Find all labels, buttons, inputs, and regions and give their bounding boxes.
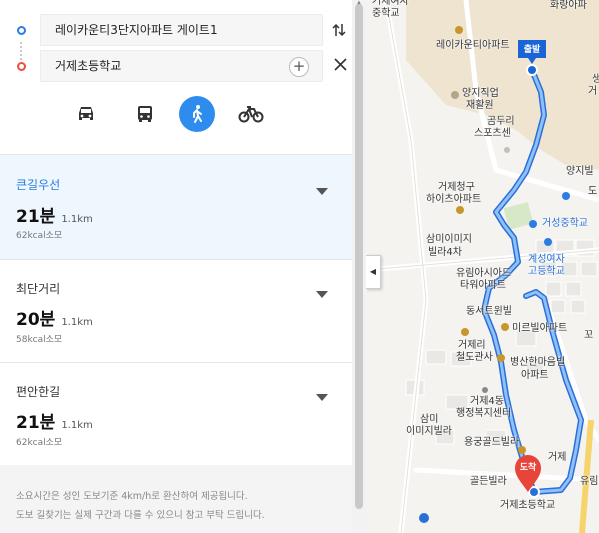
route-option-kcal: 62kcal소모 [16, 231, 63, 241]
start-marker[interactable]: 출발 [515, 38, 549, 76]
map-label: 거제청구 [438, 182, 475, 193]
route-option-name: 편안한길 [16, 385, 61, 399]
map-label: 용궁골드빌라 [464, 437, 520, 448]
map-label: 골든빌라 [470, 476, 507, 487]
map-label: 삼미이미지 [426, 234, 472, 245]
origin-input[interactable]: 레이카운티3단지아파트 게이트1 [40, 14, 323, 46]
map-label: 양지직업 [462, 88, 499, 99]
map-label: 거제리 [458, 340, 486, 351]
destination-dot-icon [17, 62, 26, 71]
map-label: 미르빌아파트 [512, 323, 568, 334]
map-label: 화랑아파 [550, 0, 587, 11]
map-label: 레이카운티아파트 [436, 40, 510, 51]
map-label: 이미지빌라 [406, 426, 452, 437]
map-label: 병산한마음빌 [510, 357, 566, 368]
map-label: 삼미 [420, 414, 439, 425]
swap-vertical-icon[interactable] [332, 22, 346, 42]
add-waypoint-button[interactable]: + [289, 57, 309, 77]
map-label: 아파트 [521, 370, 549, 381]
footnote: 소요시간은 성인 도보기준 4km/h로 환산하여 제공됩니다. 도보 길찾기는… [0, 465, 352, 533]
destination-row: 거제초등학교 + [0, 49, 352, 83]
bus-icon[interactable] [127, 96, 163, 132]
map-label: 타워아파트 [460, 280, 506, 291]
map-label: 생 [592, 74, 599, 85]
map-label: 빌라4차 [428, 247, 462, 258]
chevron-down-icon[interactable] [316, 291, 328, 298]
transport-mode-tabs [0, 92, 352, 136]
chevron-down-icon[interactable] [316, 188, 328, 195]
destination-input[interactable]: 거제초등학교 [40, 50, 323, 82]
map-label: 거제4동 [470, 396, 504, 407]
scrollbar-thumb[interactable] [355, 4, 363, 509]
map-label: 스포츠센 [474, 128, 511, 139]
map-label: 곰두리 [487, 116, 515, 127]
end-marker[interactable]: 도착 [511, 454, 545, 494]
map-label: 동서트윈빌 [466, 306, 512, 317]
route-option-main-road[interactable]: 큰길우선 21분 1.1km 62kcal소모 [0, 154, 352, 259]
map-label: 재활원 [466, 100, 494, 111]
map-label: 행정복지센터 [456, 408, 512, 419]
route-option-kcal: 58kcal소모 [16, 335, 63, 345]
map-label: 거제초등학교 [500, 500, 556, 511]
route-option-time: 20분 1.1km [16, 310, 93, 330]
route-option-comfortable[interactable]: 편안한길 21분 1.1km 62kcal소모 [0, 362, 352, 465]
route-option-kcal: 62kcal소모 [16, 438, 63, 448]
map-label: 도 [588, 186, 598, 197]
map-label: 고등학교 [528, 266, 565, 277]
route-option-time: 21분 1.1km [16, 413, 93, 433]
walking-icon[interactable] [179, 96, 215, 132]
route-option-time: 21분 1.1km [16, 207, 93, 227]
map-label: 거제여자 [372, 0, 409, 7]
collapse-panel-button[interactable]: ◀ [366, 255, 381, 289]
route-option-name: 큰길우선 [16, 178, 61, 192]
map-label: 양지빌 [566, 166, 594, 177]
footnote-line: 소요시간은 성인 도보기준 4km/h로 환산하여 제공됩니다. [16, 491, 248, 502]
panel-scrollbar[interactable]: ▲ [352, 0, 366, 533]
footnote-line: 도보 길찾기는 실제 구간과 다를 수 있으니 참고 부탁 드립니다. [16, 510, 265, 521]
map-label: 거 [588, 86, 598, 97]
route-option-name: 최단거리 [16, 282, 61, 296]
map-label: 철도관사 [456, 352, 493, 363]
map-label: 중학교 [372, 8, 400, 19]
car-icon[interactable] [68, 96, 104, 132]
map-label: 거제 [548, 452, 567, 463]
map-label: 유림아시아드 [456, 268, 512, 279]
map-label: 유림 [580, 476, 599, 487]
chevron-down-icon[interactable] [316, 394, 328, 401]
map-label: 꼬 [584, 330, 594, 341]
close-icon[interactable] [334, 56, 347, 75]
origin-dot-icon [17, 26, 26, 35]
map-view[interactable]: 출발 도착 ◀ 거제여자 중학교 화랑아파 레이카운티아파트 양지직업 재활원 … [366, 0, 599, 533]
map-label: 거성중학교 [542, 218, 588, 229]
map-label: 계성여자 [528, 254, 565, 265]
directions-panel: 레이카운티3단지아파트 게이트1 거제초등학교 + 큰길우선 21분 1.1km … [0, 0, 352, 533]
route-option-shortest[interactable]: 최단거리 20분 1.1km 58kcal소모 [0, 259, 352, 362]
origin-row: 레이카운티3단지아파트 게이트1 [0, 13, 352, 47]
bicycle-icon[interactable] [233, 96, 269, 132]
map-label: 하이츠아파트 [426, 194, 482, 205]
